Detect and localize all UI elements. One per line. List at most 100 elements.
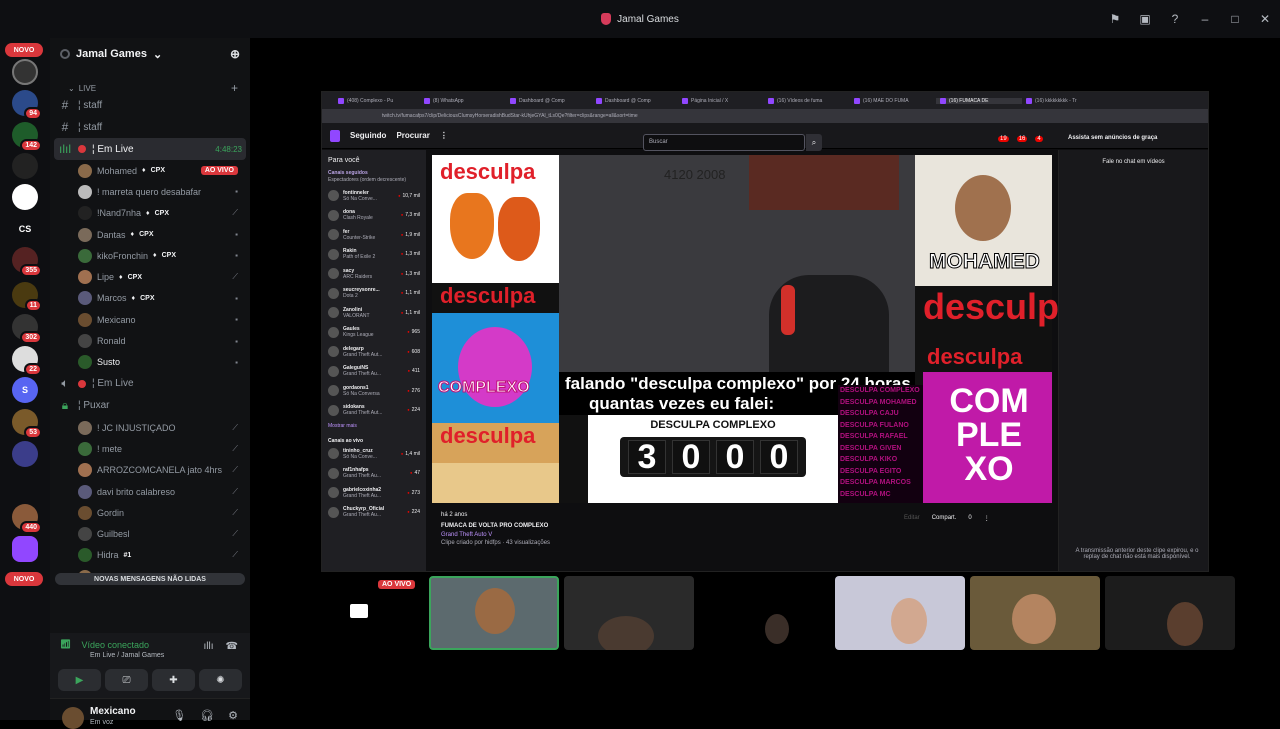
server-icon[interactable] bbox=[12, 153, 38, 179]
channel-item[interactable]: gabrielcoxinha2Grand Theft Au... 273 bbox=[322, 483, 426, 503]
guild-header[interactable]: Jamal Games ⌄ ⊕ bbox=[50, 38, 250, 70]
voice-user[interactable]: Mexicano ▪ bbox=[50, 309, 250, 330]
camera-button[interactable]: ▶ bbox=[58, 669, 101, 691]
channel-staff[interactable]: # ¦ staff bbox=[54, 116, 246, 138]
voice-user[interactable]: ! JC INJUSTIÇADO ⟋ bbox=[50, 417, 250, 438]
server-icon[interactable]: 94 bbox=[12, 90, 42, 120]
voice-user[interactable]: kikoFronchin ♦ CPX ▪ bbox=[50, 245, 250, 266]
voice-user[interactable]: Susto ▪ bbox=[50, 352, 250, 373]
participant-camera[interactable] bbox=[835, 576, 965, 650]
participant-camera[interactable] bbox=[970, 576, 1100, 650]
channel-item[interactable]: seucreysonre...Dota 2 1,1 mil bbox=[322, 284, 426, 304]
browser-tab[interactable]: (8) WhatsApp bbox=[420, 97, 506, 104]
channel-item[interactable]: ferCounter-Strike 1,9 mil bbox=[322, 225, 426, 245]
share-button[interactable]: Compart. bbox=[932, 515, 957, 522]
voice-channel-em-live[interactable]: ılıl ¦ Em Live 4:48:23 bbox=[54, 138, 246, 160]
channel-item[interactable]: tininho_cruzSó Na Conve... 1,4 mil bbox=[322, 444, 426, 464]
channel-item[interactable]: gordaons1Só Na Conversa 276 bbox=[322, 381, 426, 401]
server-icon[interactable]: 440 bbox=[12, 504, 42, 534]
voice-user[interactable]: Gordin ⟋ bbox=[50, 502, 250, 523]
voice-user[interactable]: Hidra #1 ⟋ bbox=[50, 545, 250, 566]
disconnect-icon[interactable]: ☎ bbox=[226, 641, 238, 652]
headphones-icon[interactable]: 🎧︎ bbox=[200, 709, 214, 722]
voice-channel-em-live-2[interactable]: 🔈︎ ¦ Em Live bbox=[54, 373, 246, 395]
server-icon[interactable]: 22 bbox=[12, 346, 42, 376]
browser-tab[interactable]: (408) Complexo - Pu bbox=[334, 97, 420, 104]
server-icon[interactable]: 11 bbox=[12, 282, 42, 312]
category-live[interactable]: ⌄ LIVE + bbox=[50, 70, 250, 95]
server-icon-cs[interactable]: CS bbox=[12, 216, 38, 242]
channel-item[interactable]: Chuckyrp_OficialGrand Theft Au... 224 bbox=[322, 503, 426, 523]
voice-channel-puxar[interactable]: 🔒︎ ¦ Puxar bbox=[54, 395, 246, 417]
notif-badge[interactable]: 4 bbox=[1035, 136, 1043, 142]
voice-user[interactable]: Lipe ♦ CPX ⟋ bbox=[50, 266, 250, 287]
twitch-logo-icon[interactable] bbox=[330, 129, 340, 142]
browser-url-bar[interactable]: twitch.tv/fumacafps7/clip/DeliciousCIums… bbox=[322, 109, 1208, 123]
voice-user[interactable]: Guilbesl ⟋ bbox=[50, 523, 250, 544]
notif-badge[interactable]: 19 bbox=[998, 136, 1009, 142]
voice-user[interactable]: davi brito calabreso ⟋ bbox=[50, 481, 250, 502]
microphone-icon[interactable]: 🎙︎ bbox=[172, 709, 186, 722]
browser-tab[interactable]: (16) FUMACA DE bbox=[936, 97, 1022, 104]
browser-tab[interactable]: Dashboard @ Comp bbox=[506, 97, 592, 104]
browser-tab[interactable]: (16) MAE DO FUMA bbox=[850, 97, 936, 104]
show-more-link[interactable]: Mostrar mais bbox=[322, 420, 426, 432]
close-icon[interactable]: ✕ bbox=[1250, 0, 1280, 38]
participant-camera[interactable] bbox=[699, 576, 829, 650]
channel-staff[interactable]: # ¦ staff bbox=[54, 94, 246, 116]
settings-gear-icon[interactable]: ⚙ bbox=[228, 709, 238, 722]
noise-suppression-icon[interactable]: ıllı bbox=[204, 641, 214, 652]
notif-badge[interactable]: 16 bbox=[1016, 136, 1028, 142]
voice-user[interactable]: ARROZCOMCANELA jato 4hrs ⟋ bbox=[50, 460, 250, 481]
twitch-server-icon[interactable] bbox=[12, 536, 38, 562]
channel-item[interactable]: delegarpGrand Theft Aut... 608 bbox=[322, 342, 426, 362]
server-icon[interactable]: S bbox=[12, 377, 38, 403]
server-icon[interactable] bbox=[12, 441, 38, 467]
voice-user[interactable]: Marcos ♦ CPX ▪ bbox=[50, 288, 250, 309]
avatar[interactable] bbox=[62, 707, 84, 729]
channel-item[interactable]: ZanoliniVALORANT 1,1 mil bbox=[322, 303, 426, 323]
server-icon[interactable]: 302 bbox=[12, 314, 42, 344]
search-icon[interactable]: ⌕ bbox=[806, 134, 822, 151]
clip-video-player[interactable]: desculpa 4120 2008 MOHAMED desculpa COMP… bbox=[432, 155, 1079, 503]
nav-following[interactable]: Seguindo bbox=[350, 131, 386, 140]
screen-share-button[interactable]: ⎚ bbox=[105, 669, 148, 691]
voice-user[interactable]: ! marreta quero desabafar ▪ bbox=[50, 181, 250, 202]
twitch-search-input[interactable]: Buscar bbox=[643, 134, 805, 151]
like-count[interactable]: 0 bbox=[968, 515, 971, 522]
voice-user[interactable]: Mohamed ♦ CPX AO VIVO bbox=[50, 160, 250, 181]
server-icon[interactable]: 53 bbox=[12, 409, 42, 439]
screen-share-tile[interactable]: AO VIVO bbox=[294, 576, 424, 650]
channel-item[interactable]: GaulesKings League 965 bbox=[322, 323, 426, 343]
minimize-icon[interactable]: – bbox=[1190, 0, 1220, 38]
participant-camera[interactable] bbox=[429, 576, 559, 650]
more-icon[interactable]: ⋮ bbox=[440, 131, 448, 140]
nav-browse[interactable]: Procurar bbox=[396, 131, 429, 140]
soundboard-button[interactable]: ✺ bbox=[199, 669, 242, 691]
screen-icon[interactable]: ▣ bbox=[1130, 0, 1160, 38]
browser-tab[interactable]: Dashboard @ Comp bbox=[592, 97, 678, 104]
activities-button[interactable]: ✚ bbox=[152, 669, 195, 691]
channel-item[interactable]: GaleguiNSGrand Theft Au... 411 bbox=[322, 362, 426, 382]
new-messages-bar[interactable]: NOVAS MENSAGENS NÃO LIDAS bbox=[55, 573, 245, 585]
browser-tab[interactable]: (16) kkkkkkkkk - Tr bbox=[1022, 97, 1108, 104]
maximize-icon[interactable]: □ bbox=[1220, 0, 1250, 38]
add-channel-icon[interactable]: + bbox=[231, 81, 238, 95]
voice-user[interactable]: ! mete ⟋ bbox=[50, 438, 250, 459]
help-icon[interactable]: ? bbox=[1160, 0, 1190, 38]
voice-channel-location[interactable]: Em Live / Jamal Games bbox=[90, 652, 164, 659]
voice-user[interactable]: !Nand7nha ♦ CPX ⟋ bbox=[50, 203, 250, 224]
screen-share-browser[interactable]: (408) Complexo - Pu (8) WhatsApp Dashboard… bbox=[321, 91, 1209, 572]
channel-item[interactable]: donaClash Royale 7,3 mil bbox=[322, 206, 426, 226]
channel-item[interactable]: raf1nhafpsGrand Theft Au... 47 bbox=[322, 464, 426, 484]
ad-free-promo[interactable]: Assista sem anúncios de graça bbox=[1068, 135, 1157, 141]
voice-user[interactable]: Dantas ♦ CPX ▪ bbox=[50, 224, 250, 245]
more-options-icon[interactable]: ⋮ bbox=[984, 515, 990, 522]
server-icon[interactable]: 142 bbox=[12, 122, 42, 152]
browser-tab[interactable]: (16) Vídeos de fuma bbox=[764, 97, 850, 104]
channel-item[interactable]: sacyARC Raiders 1,3 mil bbox=[322, 264, 426, 284]
server-icon[interactable] bbox=[12, 184, 38, 210]
participant-camera[interactable] bbox=[1105, 576, 1235, 650]
inbox-flag-icon[interactable]: ⚑ bbox=[1100, 0, 1130, 38]
participant-camera[interactable] bbox=[564, 576, 694, 650]
